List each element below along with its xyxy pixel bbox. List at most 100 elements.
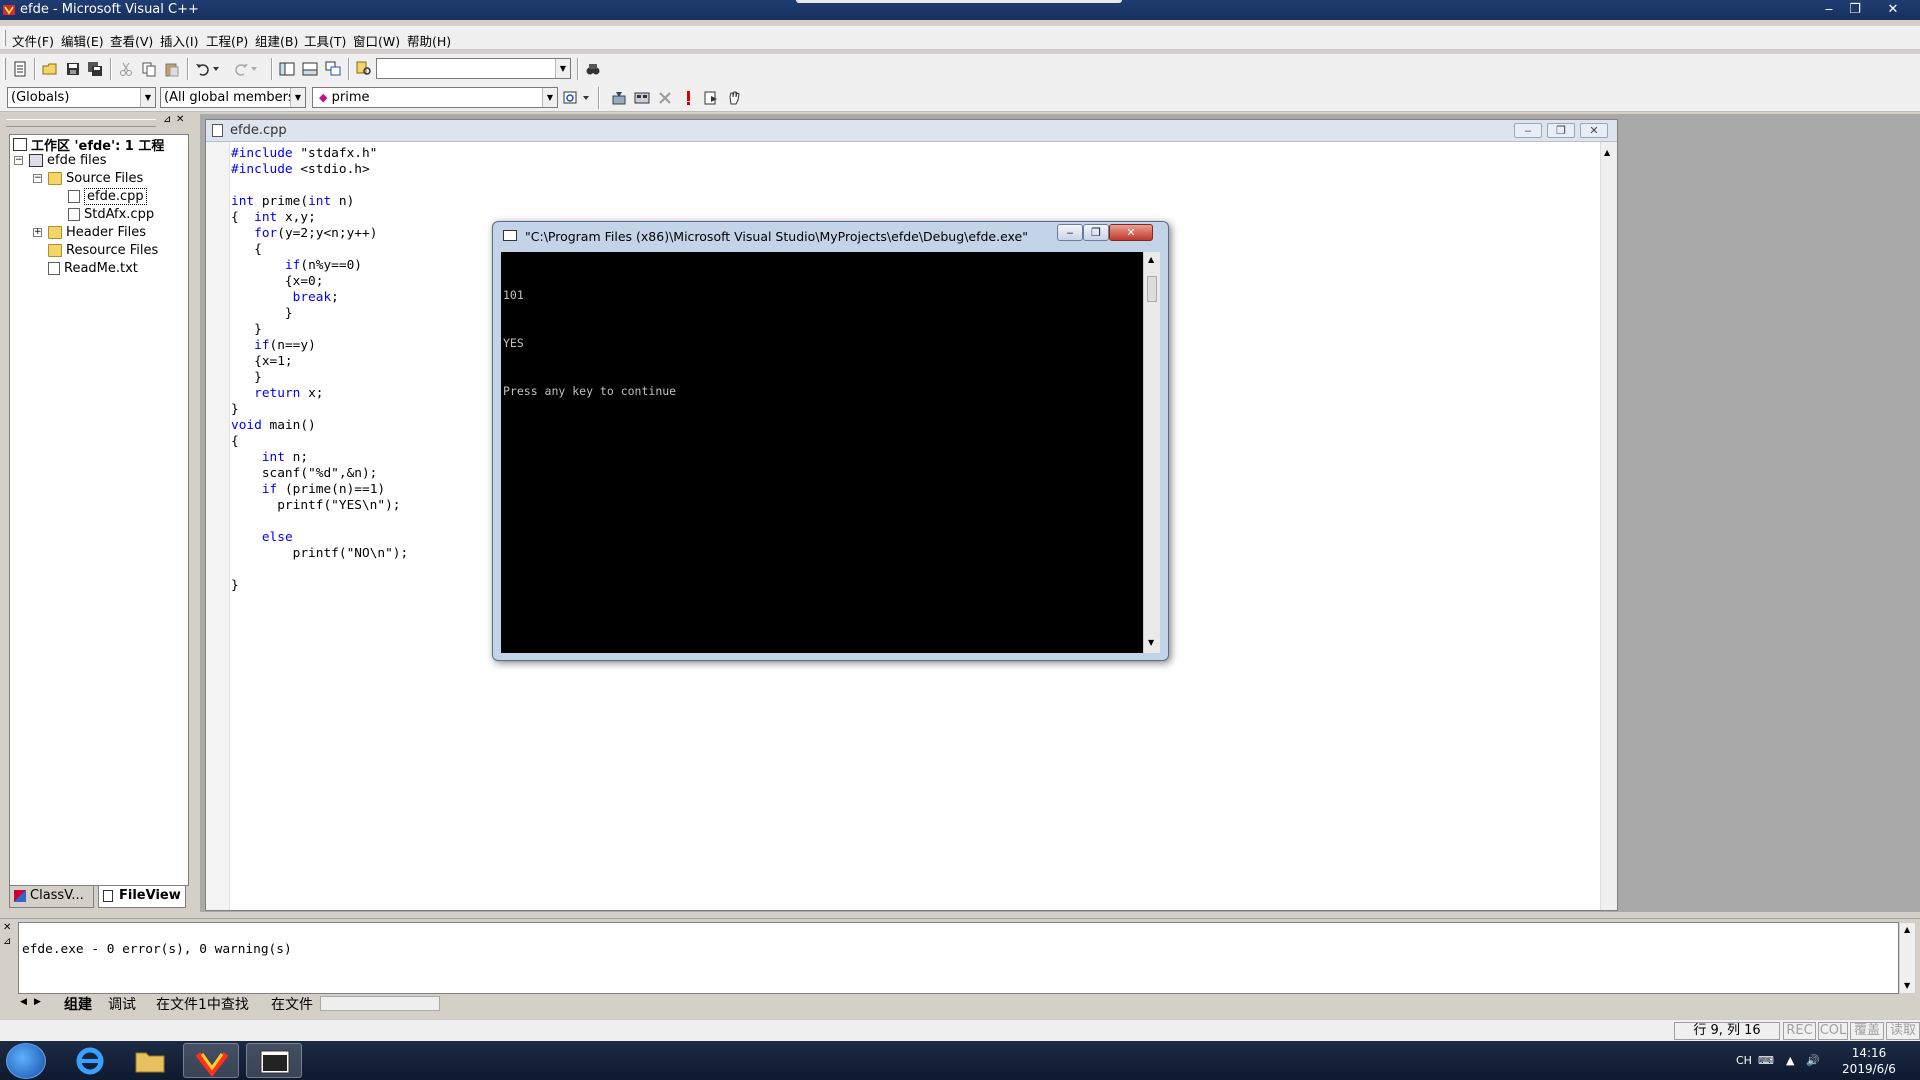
scroll-up-icon[interactable]: ▲ (1148, 255, 1154, 264)
file-stdafx-cpp[interactable]: StdAfx.cpp (68, 206, 154, 223)
minimize-button[interactable]: ‒ (1816, 1, 1842, 18)
collapse-project-icon[interactable]: − (14, 156, 23, 165)
console-window[interactable]: "C:\Program Files (x86)\Microsoft Visual… (492, 221, 1169, 661)
build-output[interactable]: efde.exe - 0 error(s), 0 warning(s) (18, 922, 1899, 994)
cut-icon[interactable] (116, 59, 136, 79)
find-in-files-icon[interactable] (354, 59, 374, 79)
file-readme[interactable]: ReadMe.txt (48, 260, 138, 277)
paste-icon[interactable] (162, 59, 182, 79)
tab-build[interactable]: 组建 (64, 994, 92, 1014)
expand-header-files-icon[interactable]: + (33, 228, 42, 237)
code-line[interactable]: } (231, 402, 408, 418)
source-files-folder[interactable]: Source Files (48, 170, 143, 187)
toolbar-grip[interactable] (3, 58, 6, 80)
code-line[interactable]: printf("NO\n"); (231, 546, 409, 562)
code-line[interactable]: if(n%y==0) (231, 258, 408, 274)
panel-dock-icon[interactable]: ⊿ (163, 114, 171, 125)
console-restore-button[interactable]: ❐ (1083, 224, 1109, 241)
file-explorer-icon[interactable] (122, 1043, 178, 1078)
stop-build-icon[interactable] (655, 88, 675, 108)
start-button[interactable] (6, 1043, 46, 1079)
source-code[interactable]: #include "stdafx.h"#include <stdio.h> ​ in… (231, 146, 408, 594)
editor-gutter[interactable] (206, 142, 230, 910)
code-line[interactable]: ​ (231, 562, 408, 578)
code-line[interactable]: } (231, 370, 408, 386)
code-line[interactable]: if (prime(n)==1) (231, 482, 408, 498)
code-line[interactable]: #include "stdafx.h" (231, 146, 408, 162)
code-line[interactable]: printf("YES\n"); (231, 498, 408, 514)
console-output-area[interactable]: 101 YES Press any key to continue (501, 252, 1143, 653)
input-language[interactable]: CH (1736, 1054, 1752, 1067)
menu-tools[interactable]: 工具(T) (304, 31, 346, 50)
code-line[interactable]: {x=0; (231, 274, 408, 290)
scroll-thumb[interactable] (1147, 276, 1157, 302)
console-minimize-button[interactable]: ‒ (1057, 224, 1083, 241)
menu-bar-grip[interactable] (3, 30, 6, 46)
collapse-source-files-icon[interactable]: − (33, 174, 42, 183)
code-line[interactable]: scanf("%d",&n); (231, 466, 408, 482)
members-combo[interactable]: (All global members ▼ (160, 87, 306, 108)
find-combo[interactable]: ▼ (376, 58, 571, 79)
system-clock[interactable]: 14:16 2019/6/6 (1834, 1045, 1904, 1077)
breakpoint-hand-icon[interactable] (724, 88, 744, 108)
wizard-dropdown-icon[interactable] (581, 88, 591, 108)
compile-icon[interactable] (609, 88, 629, 108)
editor-close-button[interactable]: ✕ (1580, 123, 1608, 138)
console-taskbar-icon[interactable] (246, 1043, 302, 1078)
output-vertical-scrollbar[interactable]: ▲ ▼ (1899, 922, 1916, 994)
code-line[interactable]: break; (231, 290, 408, 306)
chevron-down-icon[interactable]: ▼ (290, 88, 305, 107)
new-file-icon[interactable] (10, 59, 30, 79)
code-line[interactable]: } (231, 578, 408, 594)
scroll-down-icon[interactable]: ▼ (1148, 638, 1154, 647)
restore-button[interactable]: ❐ (1842, 1, 1868, 18)
code-line[interactable]: ​ (231, 514, 408, 530)
tab-classview[interactable]: ClassV... (9, 886, 94, 908)
console-vertical-scrollbar[interactable]: ▲ ▼ (1143, 252, 1160, 653)
panel-close-icon[interactable]: ✕ (176, 114, 184, 125)
scroll-up-icon[interactable]: ▲ (1604, 148, 1610, 157)
save-icon[interactable] (63, 59, 83, 79)
execute-icon[interactable] (678, 88, 698, 108)
project-node[interactable]: efde files (29, 152, 107, 169)
find-binoculars-icon[interactable] (583, 59, 603, 79)
menu-insert[interactable]: 插入(I) (160, 31, 198, 50)
menu-window[interactable]: 窗口(W) (353, 31, 400, 50)
header-files-folder[interactable]: Header Files (48, 224, 146, 241)
code-line[interactable]: int n; (231, 450, 408, 466)
code-line[interactable]: for(y=2;y<n;y++) (231, 226, 408, 242)
code-line[interactable]: if(n==y) (231, 338, 408, 354)
panel-close-icon[interactable]: ✕ (3, 922, 11, 933)
redo-dropdown-icon[interactable] (249, 59, 259, 79)
chevron-down-icon[interactable]: ▼ (542, 88, 557, 107)
code-line[interactable]: else (231, 530, 408, 546)
console-close-button[interactable]: ✕ (1109, 224, 1153, 241)
scroll-up-icon[interactable]: ▲ (1904, 925, 1910, 934)
panel-grip[interactable] (6, 119, 156, 127)
code-line[interactable]: {x=1; (231, 354, 408, 370)
workspace-root[interactable]: 工作区 'efde': 1 工程 (13, 136, 164, 154)
file-efde-cpp[interactable]: efde.cpp (68, 188, 147, 205)
code-line[interactable]: return x; (231, 386, 408, 402)
undo-dropdown-icon[interactable] (211, 59, 221, 79)
menu-file[interactable]: 文件(F) (12, 31, 54, 50)
menu-build[interactable]: 组建(B) (255, 31, 298, 50)
code-line[interactable]: #include <stdio.h> (231, 162, 408, 178)
console-title-bar[interactable]: "C:\Program Files (x86)\Microsoft Visual… (493, 222, 1168, 250)
visual-cpp-taskbar-icon[interactable] (183, 1043, 239, 1078)
window-list-icon[interactable] (323, 59, 343, 79)
code-line[interactable]: void main() (231, 418, 408, 434)
resource-files-folder[interactable]: Resource Files (48, 242, 158, 259)
tab-scroll-right-icon[interactable]: ▶ (34, 997, 41, 1007)
tab-find-in-files-2[interactable]: 在文件 (271, 994, 313, 1014)
scroll-down-icon[interactable]: ▼ (1904, 981, 1910, 990)
volume-icon[interactable]: 🔊 (1806, 1054, 1820, 1067)
chevron-down-icon[interactable]: ▼ (140, 88, 155, 107)
scope-combo[interactable]: (Globals) ▼ (7, 87, 156, 108)
internet-explorer-icon[interactable] (62, 1043, 118, 1078)
tab-scroll-left-icon[interactable]: ◀ (20, 997, 27, 1007)
code-line[interactable]: { int x,y; (231, 210, 408, 226)
output-horizontal-scrollbar[interactable] (320, 996, 440, 1011)
code-line[interactable]: { (231, 434, 408, 450)
code-line[interactable]: int prime(int n) (231, 194, 408, 210)
